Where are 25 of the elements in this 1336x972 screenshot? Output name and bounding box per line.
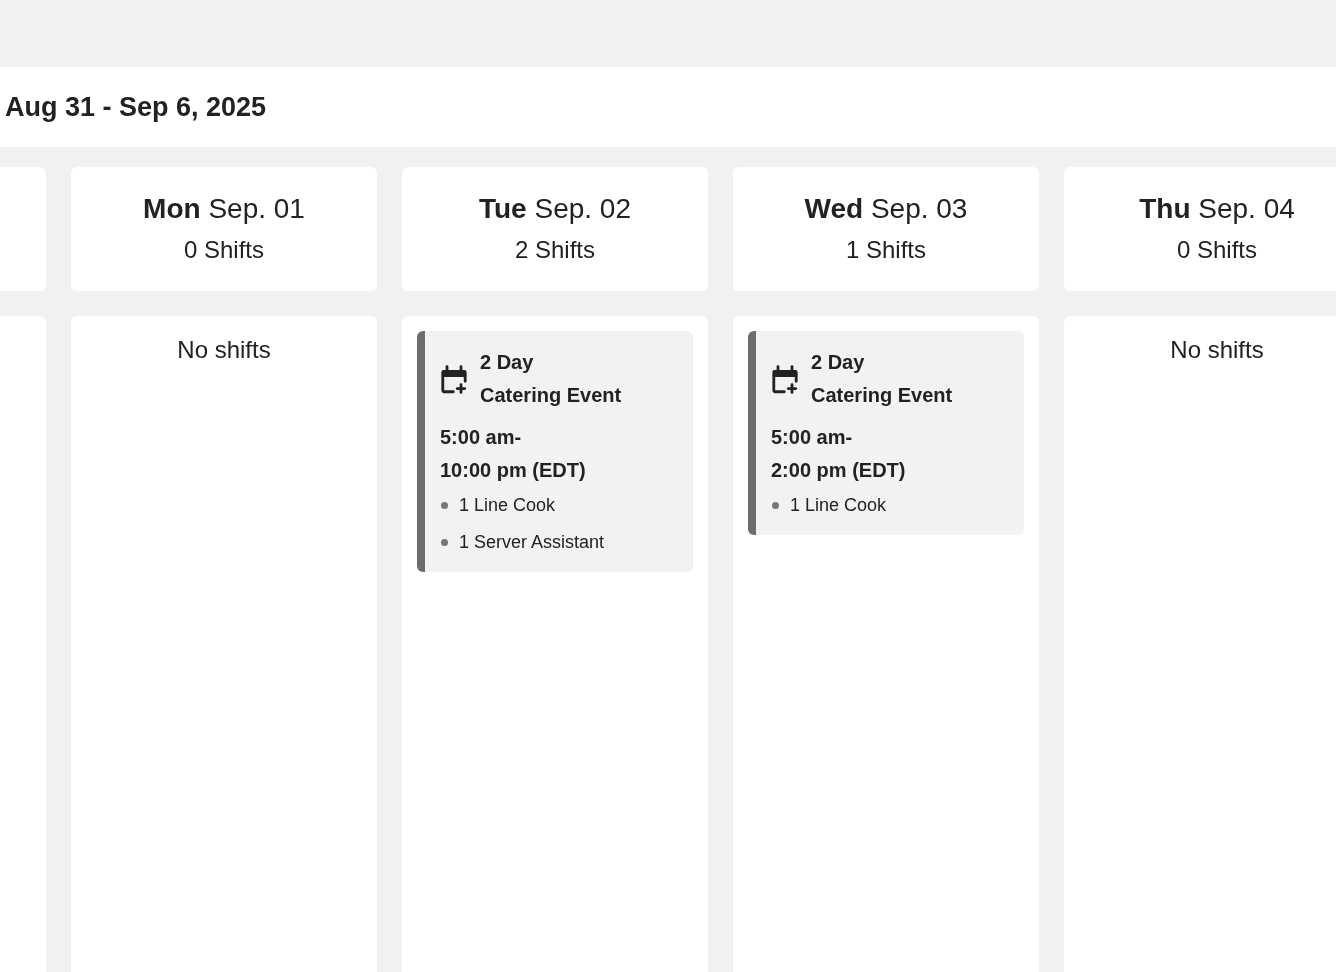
day-label: Wed Sep. 03 xyxy=(804,191,968,226)
bullet-icon xyxy=(772,502,779,509)
day-label: Thu Sep. 04 xyxy=(1139,191,1295,226)
shift-count: 0 Shifts xyxy=(183,234,264,265)
shift-count: 1 Shifts xyxy=(845,234,926,265)
day-label: Mon Sep. 01 xyxy=(143,191,305,226)
shift-time: 5:00 am- 2:00 pm (EDT) xyxy=(771,425,906,483)
shift-title: 2 Day Catering Event xyxy=(811,350,953,408)
shift-title: 2 Day Catering Event xyxy=(480,350,622,408)
no-shifts-text: No shifts xyxy=(177,335,271,365)
bullet-icon xyxy=(441,502,448,509)
bullet-icon xyxy=(441,539,448,546)
calendar-plus-icon xyxy=(440,364,468,394)
calendar-plus-icon xyxy=(771,364,799,394)
shift-card[interactable]: 2 Day Catering Event 5:00 am- 10:00 pm (EDT) 1 Line Cook 1 Server Assistant xyxy=(417,331,693,572)
no-shifts-text: No shifts xyxy=(1170,335,1264,365)
role-text: 1 Server Assistant xyxy=(459,531,605,554)
role-text: 1 Line Cook xyxy=(790,494,887,517)
shift-count: 2 Shifts xyxy=(514,234,595,265)
shift-time: 5:00 am- 10:00 pm (EDT) xyxy=(440,425,586,483)
shift-count: 0 Shifts xyxy=(1176,234,1257,265)
week-range-title: Aug 31 - Sep 6, 2025 xyxy=(5,91,267,124)
day-label: Tue Sep. 02 xyxy=(479,191,631,226)
shift-card[interactable]: 2 Day Catering Event 5:00 am- 2:00 pm (EDT) 1 Line Cook xyxy=(748,331,1024,535)
role-text: 1 Line Cook xyxy=(459,494,556,517)
